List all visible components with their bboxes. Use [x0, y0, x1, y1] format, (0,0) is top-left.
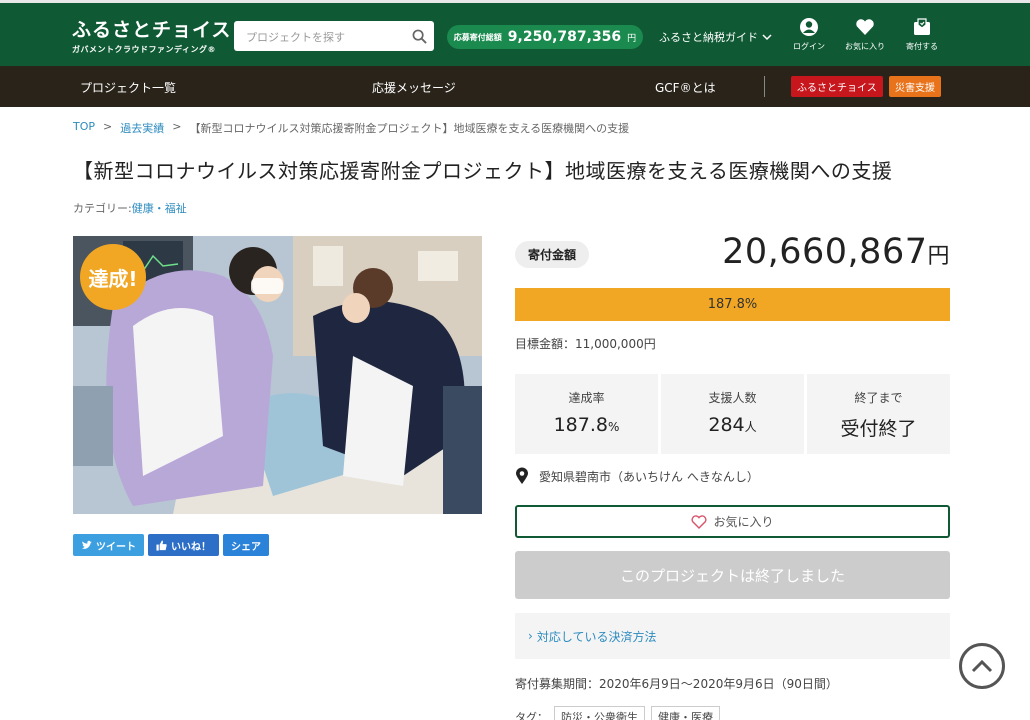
stat-value: 187.8%: [515, 414, 658, 436]
search-button[interactable]: [404, 21, 434, 51]
achieved-badge: 達成!: [80, 244, 146, 310]
breadcrumb-current: 【新型コロナウイルス対策応援寄附金プロジェクト】地域医療を支える医療機関への支援: [189, 122, 630, 135]
tag-chip[interactable]: 防災・公衆衛生: [554, 706, 645, 720]
stat-number: 受付終了: [840, 418, 917, 440]
donation-amount: 20,660,867円: [722, 232, 950, 272]
main-nav: プロジェクト一覧 応援メッセージ GCF®とは ふるさとチョイス 災害支援: [0, 66, 1030, 107]
add-favorite-button[interactable]: お気に入り: [515, 505, 950, 538]
social-buttons: ツイート いいね！ シェア: [73, 534, 269, 556]
category-label: カテゴリー:: [73, 202, 132, 215]
category-link[interactable]: 健康・福祉: [132, 202, 187, 215]
tweet-label: ツイート: [96, 541, 136, 553]
tags-row: タグ： 防災・公衆衛生 健康・医療: [515, 706, 720, 720]
favorites-label: お気に入り: [845, 42, 885, 51]
search-icon: [412, 29, 427, 44]
progress-bar: 187.8%: [515, 288, 950, 321]
favorite-label: お気に入り: [713, 515, 774, 529]
chevron-down-icon: [762, 34, 772, 41]
total-amount: 9,250,787,356: [507, 29, 622, 45]
favorites-button[interactable]: お気に入り: [840, 17, 890, 52]
nav-project-list[interactable]: プロジェクト一覧: [80, 79, 176, 96]
stat-unit: 人: [744, 420, 757, 434]
stats-panel: 達成率 187.8% 支援人数 284人 終了まで 受付終了: [515, 374, 950, 454]
twitter-icon: [81, 540, 92, 549]
like-label: いいね！: [171, 541, 211, 553]
site-header: ふるさとチョイス ガバメントクラウドファンディング® プロジェクトを探す 応募寄…: [0, 0, 1030, 66]
login-label: ログイン: [793, 42, 825, 51]
breadcrumb-past-results[interactable]: 過去実績: [120, 120, 164, 136]
heart-outline-icon: [692, 514, 707, 529]
map-pin-icon: [516, 467, 528, 484]
donation-period: 寄付募集期間：2020年6月9日～2020年9月6日（90日間）: [515, 677, 838, 691]
furusato-choice-badge[interactable]: ふるさとチョイス: [791, 76, 883, 97]
project-ended-button: このプロジェクトは終了しました: [515, 551, 950, 599]
target-amount: 目標金額：11,000,000円: [515, 337, 656, 351]
search-input[interactable]: プロジェクトを探す: [246, 29, 345, 45]
tags-label: タグ：: [515, 711, 548, 720]
project-photo: 達成!: [73, 236, 482, 514]
nav-divider: [764, 76, 765, 97]
donate-button[interactable]: 寄付する: [897, 17, 947, 52]
donation-amount-label: 寄付金額: [515, 241, 590, 268]
nav-support-messages[interactable]: 応援メッセージ: [372, 79, 456, 96]
stat-label: 達成率: [568, 391, 605, 405]
furusato-guide-menu[interactable]: ふるさと納税ガイド: [659, 29, 772, 45]
login-button[interactable]: ログイン: [784, 17, 834, 52]
chevron-up-icon: [971, 659, 993, 673]
donate-icon: [914, 18, 930, 35]
stat-number: 284: [708, 414, 745, 436]
total-donation-pill: 応募寄付総額 9,250,787,356 円: [447, 25, 643, 49]
logo-text: ふるさとチョイス: [72, 19, 232, 41]
stat-unit: %: [608, 420, 620, 434]
tag-chip[interactable]: 健康・医療: [651, 706, 720, 720]
donation-amount-value: 20,660,867: [722, 232, 928, 272]
stat-supporters: 支援人数 284人: [661, 374, 804, 454]
donate-label: 寄付する: [906, 42, 938, 51]
search-box[interactable]: プロジェクトを探す: [234, 21, 434, 51]
share-button[interactable]: シェア: [223, 534, 269, 556]
disaster-support-badge[interactable]: 災害支援: [889, 76, 941, 97]
scroll-to-top-button[interactable]: [959, 643, 1005, 689]
category: カテゴリー:健康・福祉: [73, 200, 187, 216]
logo-subtitle: ガバメントクラウドファンディング®: [72, 45, 216, 54]
breadcrumb-separator: >: [103, 120, 113, 133]
like-button[interactable]: いいね！: [148, 534, 219, 556]
nav-about-gcf[interactable]: GCF®とは: [655, 79, 716, 96]
breadcrumb: TOP > 過去実績 > 【新型コロナウイルス対策応援寄附金プロジェクト】地域医…: [73, 120, 629, 136]
total-label: 応募寄付総額: [453, 32, 502, 42]
site-logo[interactable]: ふるさとチョイス ガバメントクラウドファンディング®: [72, 15, 231, 55]
breadcrumb-separator: >: [172, 120, 182, 133]
breadcrumb-top[interactable]: TOP: [73, 120, 95, 136]
thumbs-up-icon: [156, 539, 167, 551]
stat-value: 受付終了: [807, 414, 950, 441]
payment-methods-toggle[interactable]: › 対応している決済方法: [515, 613, 950, 659]
progress-fill: 187.8%: [515, 288, 950, 321]
heart-icon: [856, 19, 874, 35]
chevron-right-icon: ›: [528, 629, 533, 643]
stat-label: 支援人数: [708, 391, 757, 405]
share-label: シェア: [231, 541, 261, 553]
page-title: 【新型コロナウイルス対策応援寄附金プロジェクト】地域医療を支える医療機関への支援: [73, 159, 893, 183]
donation-amount-unit: 円: [927, 244, 950, 269]
stat-value: 284人: [661, 414, 804, 436]
location: 愛知県碧南市（あいちけん へきなんし）: [515, 467, 759, 485]
total-unit: 円: [627, 33, 637, 44]
guide-label: ふるさと納税ガイド: [659, 31, 758, 44]
stat-number: 187.8: [553, 414, 608, 436]
user-icon: [800, 18, 818, 36]
stat-remaining: 終了まで 受付終了: [807, 374, 950, 454]
stat-achievement-rate: 達成率 187.8%: [515, 374, 658, 454]
tweet-button[interactable]: ツイート: [73, 534, 144, 556]
location-text: 愛知県碧南市（あいちけん へきなんし）: [539, 469, 759, 484]
payment-label: 対応している決済方法: [536, 629, 657, 644]
stat-label: 終了まで: [854, 391, 903, 405]
